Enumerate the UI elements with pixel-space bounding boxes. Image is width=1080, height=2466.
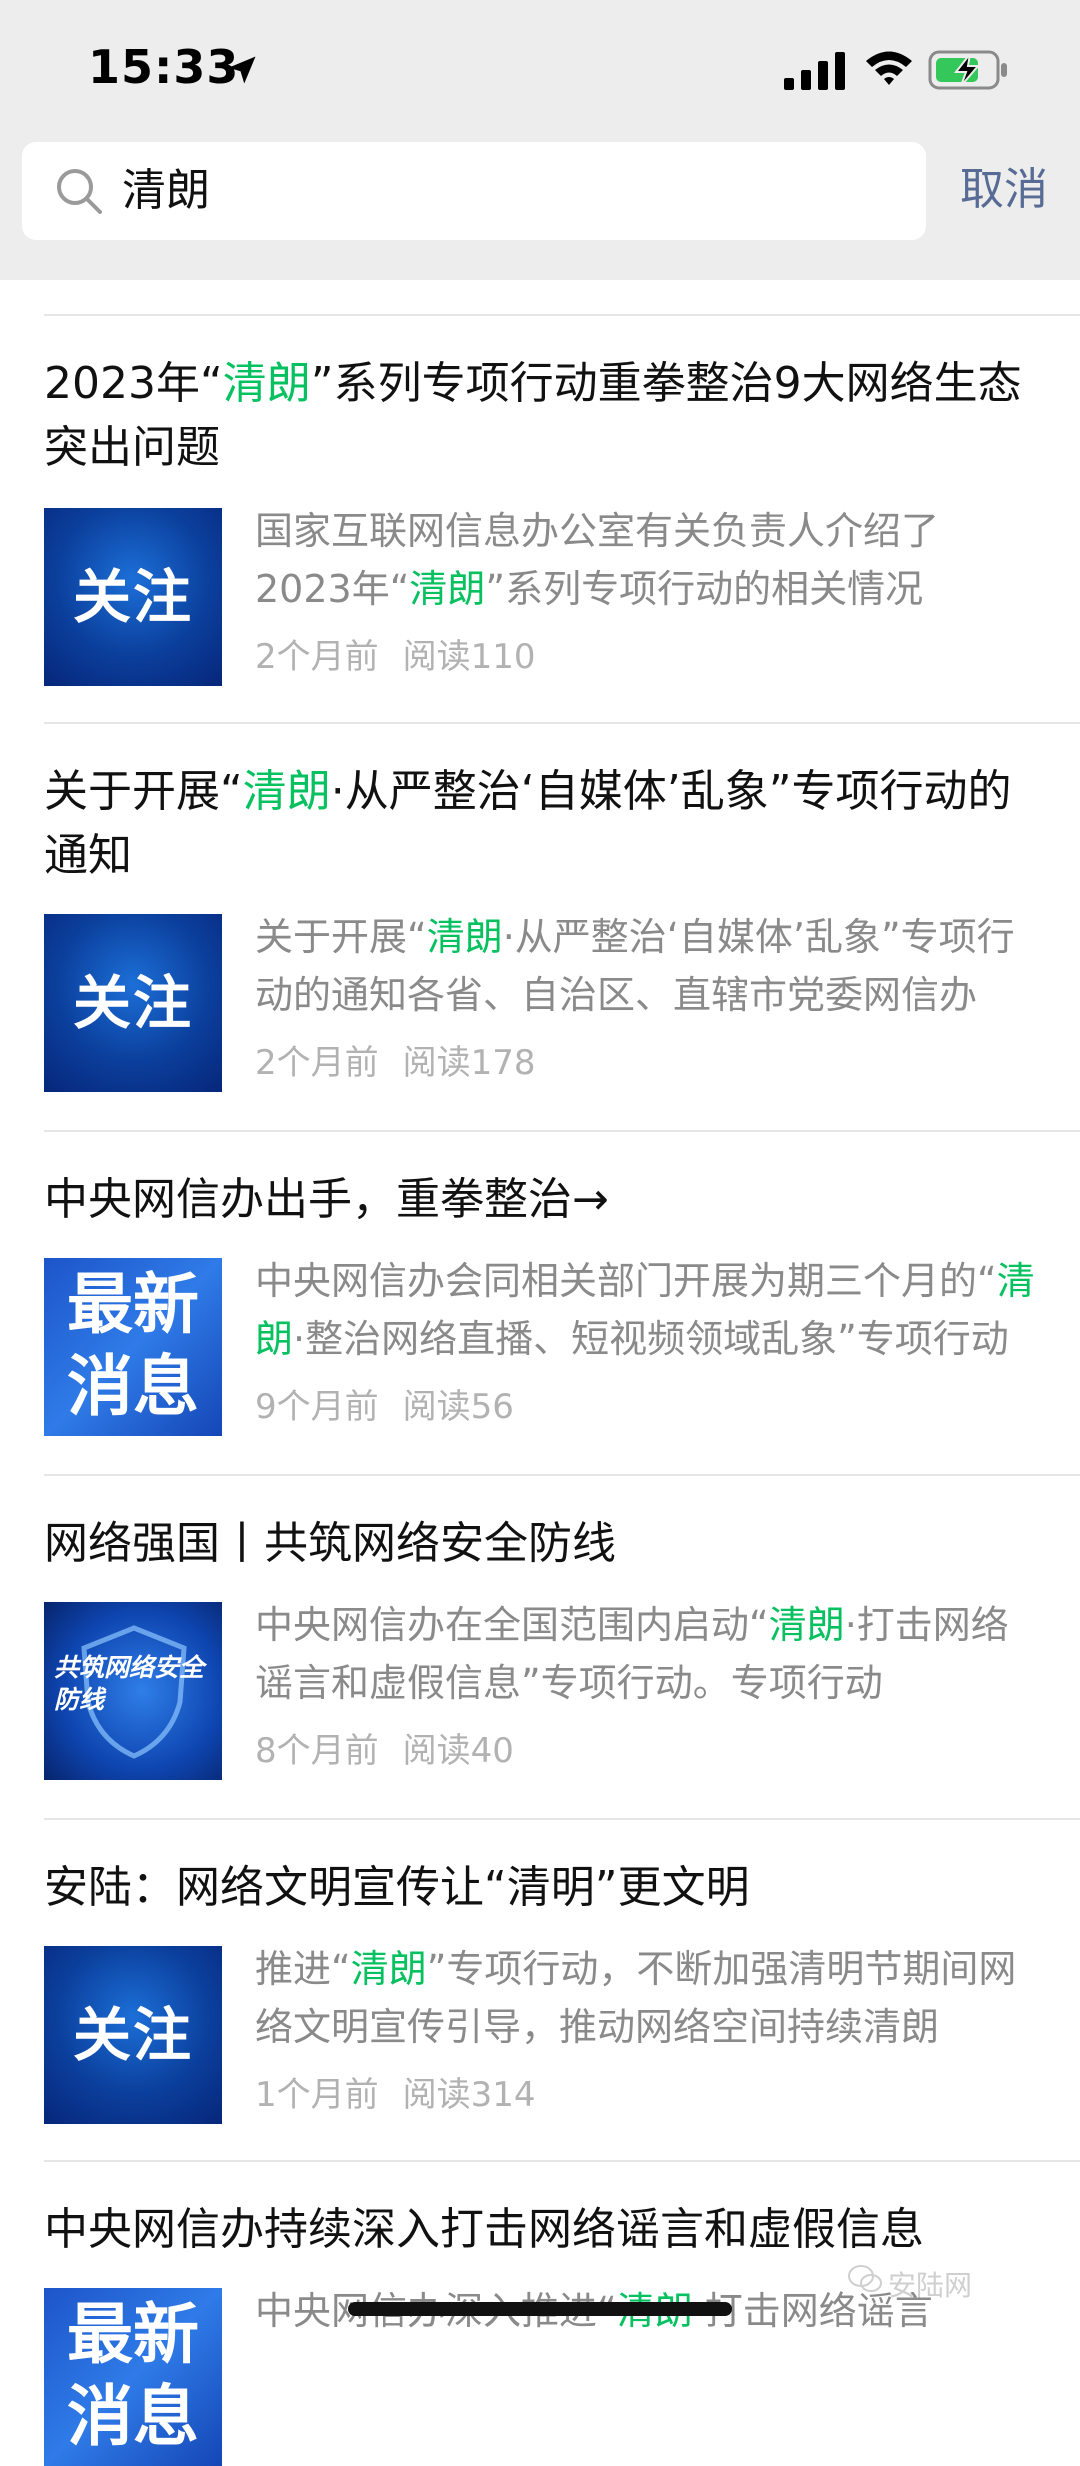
article-reads: 阅读314 — [402, 2075, 536, 2115]
thumbnail-text: 关注 — [72, 2001, 193, 2069]
cellular-signal-icon — [784, 52, 845, 90]
article-reads: 阅读178 — [402, 1043, 536, 1083]
article-summary: 推进“清朗”专项行动，不断加强清明节期间网络文明宣传引导，推动网络空间持续清朗 — [255, 1947, 1017, 2049]
article-title[interactable]: 关于开展“清朗·从严整治‘自媒体’乱象”专项行动的通知 — [44, 760, 1034, 888]
search-icon — [57, 169, 102, 214]
article-meta: 2个月前 阅读110 — [255, 632, 536, 682]
article-title[interactable]: 安陆：网络文明宣传让“清明”更文明 — [44, 1856, 1034, 1920]
article-thumbnail[interactable]: 关注 — [44, 1946, 222, 2124]
article-thumbnail[interactable]: 关注 — [44, 914, 222, 1092]
article-time: 9个月前 — [255, 1387, 379, 1427]
divider — [44, 1474, 1080, 1476]
battery-charging-icon — [928, 50, 1007, 90]
thumbnail-text: 最新消息 — [67, 2296, 199, 2455]
cancel-button[interactable]: 取消 — [960, 160, 1048, 220]
search-input[interactable]: 清朗 — [122, 142, 210, 240]
article-meta: 9个月前 阅读56 — [255, 1382, 514, 1432]
article-reads: 阅读56 — [402, 1387, 514, 1427]
home-indicator[interactable] — [348, 2302, 732, 2316]
wechat-icon — [848, 2265, 882, 2292]
article-summary: 国家互联网信息办公室有关负责人介绍了2023年“清朗”系列专项行动的相关情况 — [255, 509, 940, 611]
wifi-icon — [866, 51, 912, 85]
thumbnail-text: 最新消息 — [67, 1266, 199, 1425]
article-thumbnail[interactable]: 最新消息 — [44, 1258, 222, 1436]
article-meta: 8个月前 阅读40 — [255, 1726, 514, 1776]
watermark-text: 安陆网 — [888, 2269, 973, 2302]
article-time: 2个月前 — [255, 637, 379, 677]
article-summary: 中央网信办会同相关部门开展为期三个月的“清朗·整治网络直播、短视频领域乱象”专项… — [255, 1259, 1035, 1361]
article-time: 2个月前 — [255, 1043, 379, 1083]
article-thumbnail[interactable]: 共筑网络安全防线 — [44, 1602, 222, 1780]
divider — [44, 314, 1080, 316]
location-arrow-icon — [228, 56, 256, 84]
article-summary: 中央网信办在全国范围内启动“清朗·打击网络谣言和虚假信息”专项行动。专项行动 — [255, 1603, 1009, 1705]
article-title[interactable]: 中央网信办出手，重拳整治→ — [44, 1168, 1034, 1232]
top-bar: 15:33 清朗 取消 — [0, 0, 1080, 280]
article-meta: 2个月前 阅读178 — [255, 1038, 536, 1088]
divider — [44, 1130, 1080, 1132]
article-thumbnail[interactable]: 最新消息 — [44, 2288, 222, 2466]
divider — [44, 1818, 1080, 1820]
article-summary: 关于开展“清朗·从严整治‘自媒体’乱象”专项行动的通知各省、自治区、直辖市党委网… — [255, 915, 1015, 1017]
divider — [44, 722, 1080, 724]
status-time: 15:33 — [88, 40, 240, 94]
article-title[interactable]: 2023年“清朗”系列专项行动重拳整治9大网络生态突出问题 — [44, 352, 1034, 480]
article-time: 1个月前 — [255, 2075, 379, 2115]
divider — [44, 2160, 1080, 2162]
search-box[interactable]: 清朗 — [22, 142, 926, 240]
article-reads: 阅读110 — [402, 637, 536, 677]
thumbnail-text: 关注 — [72, 969, 193, 1037]
thumbnail-text: 共筑网络安全防线 — [54, 1653, 205, 1714]
article-title[interactable]: 网络强国丨共筑网络安全防线 — [44, 1512, 1034, 1576]
article-reads: 阅读40 — [402, 1731, 514, 1771]
thumbnail-text: 关注 — [72, 563, 193, 631]
article-time: 8个月前 — [255, 1731, 379, 1771]
status-bar: 15:33 — [0, 0, 1080, 140]
article-meta: 1个月前 阅读314 — [255, 2070, 536, 2120]
article-title[interactable]: 中央网信办持续深入打击网络谣言和虚假信息 — [44, 2198, 1034, 2262]
article-thumbnail[interactable]: 关注 — [44, 508, 222, 686]
